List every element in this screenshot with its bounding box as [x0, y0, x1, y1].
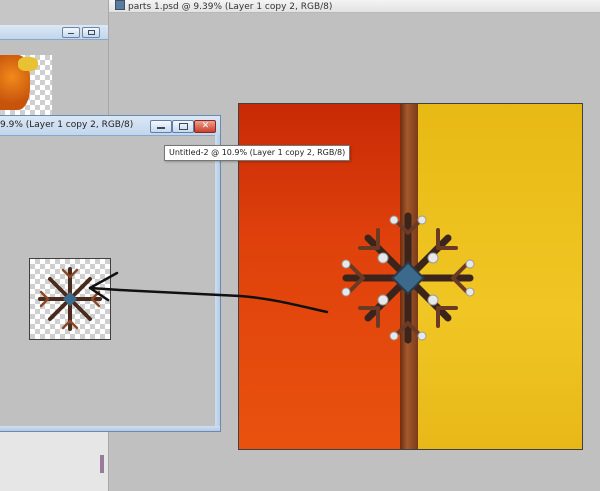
artwork-yellow-shape	[18, 57, 38, 71]
maximize-icon[interactable]	[172, 120, 194, 133]
photoshop-doc-icon	[115, 0, 125, 10]
close-glyph: ✕	[201, 121, 210, 131]
maximize-icon[interactable]	[82, 27, 100, 38]
untitled-2-title: 9.9% (Layer 1 copy 2, RGB/8)	[0, 120, 134, 130]
window-frame-bottom	[0, 426, 220, 431]
untitled-2-canvas[interactable]	[29, 258, 111, 340]
background-document-window[interactable]	[0, 25, 108, 115]
main-window-title: parts 1.psd @ 9.39% (Layer 1 copy 2, RGB…	[128, 2, 333, 12]
workspace-bottom-strip	[0, 430, 108, 491]
main-window-titlebar[interactable]: parts 1.psd @ 9.39% (Layer 1 copy 2, RGB…	[109, 0, 600, 13]
untitled-2-workspace[interactable]	[0, 136, 214, 426]
untitled-2-window[interactable]: 9.9% (Layer 1 copy 2, RGB/8) ✕	[0, 115, 221, 432]
window-frame-right	[215, 135, 220, 431]
background-window-titlebar[interactable]	[0, 25, 108, 40]
small-snowflake-ornament	[38, 267, 102, 331]
minimize-icon[interactable]	[62, 27, 80, 38]
window-edge-mark	[100, 455, 104, 473]
window-title-tooltip: Untitled-2 @ 10.9% (Layer 1 copy 2, RGB/…	[164, 145, 351, 161]
minimize-icon[interactable]	[150, 120, 172, 133]
close-icon[interactable]: ✕	[194, 120, 216, 133]
tooltip-text: Untitled-2 @ 10.9% (Layer 1 copy 2, RGB/…	[169, 148, 346, 157]
background-canvas[interactable]	[0, 55, 52, 115]
